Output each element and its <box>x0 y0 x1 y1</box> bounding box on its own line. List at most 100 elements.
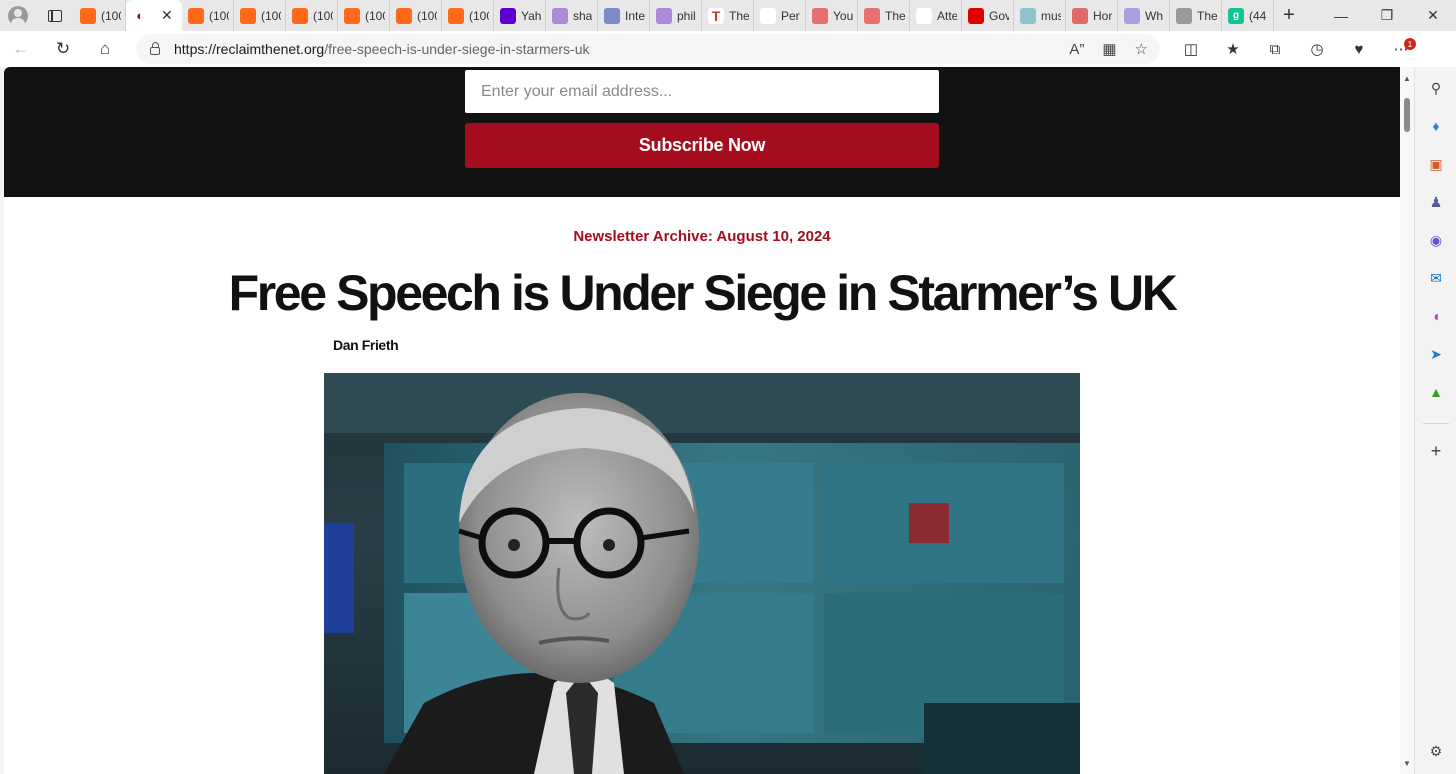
tab[interactable]: T The <box>702 0 754 31</box>
favorite-star-icon[interactable]: ☆ <box>1135 40 1148 58</box>
split-screen-button[interactable]: ◫ <box>1170 31 1212 67</box>
notification-badge: 1 <box>1404 38 1416 50</box>
scroll-up-icon[interactable]: ▲ <box>1400 71 1414 85</box>
address-bar[interactable]: https://reclaimthenet.org/free-speech-is… <box>136 34 1160 64</box>
lock-icon <box>150 42 160 55</box>
sidebar-settings-icon[interactable]: ⚙ <box>1426 741 1446 761</box>
sidebar-games-icon[interactable]: ♟ <box>1426 192 1446 212</box>
tab-title: You <box>833 8 853 23</box>
tab[interactable]: You <box>806 0 858 31</box>
substack-icon <box>80 7 96 24</box>
tab-title: (100 <box>365 8 385 23</box>
email-input[interactable] <box>465 70 939 113</box>
substack-icon <box>292 7 308 24</box>
profile-button[interactable] <box>0 0 36 31</box>
restore-button[interactable]: ❐ <box>1364 0 1410 31</box>
read-aloud-icon[interactable]: A” <box>1069 41 1084 58</box>
home-button[interactable]: ⌂ <box>84 31 126 67</box>
tab-list: (100◐✕(100(100(100(100(100(100YahshaInte… <box>74 0 1274 31</box>
sidebar-add-icon[interactable]: + <box>1426 441 1446 461</box>
substack-icon <box>240 7 256 24</box>
tab[interactable]: sha <box>546 0 598 31</box>
collections-button[interactable]: ⧉ <box>1254 31 1296 67</box>
close-window-button[interactable]: ✕ <box>1410 0 1456 31</box>
tab[interactable]: (100 <box>286 0 338 31</box>
tab-title: Gov <box>989 8 1009 23</box>
image-icon <box>1020 7 1036 24</box>
favorites-button[interactable]: ★ <box>1212 31 1254 67</box>
sidebar-tools-icon[interactable]: ▣ <box>1426 154 1446 174</box>
page-scrollbar[interactable]: ▲ ▼ <box>1400 67 1414 774</box>
tab-title: Inte <box>625 8 645 23</box>
tab[interactable]: mus <box>1014 0 1066 31</box>
tab[interactable]: (100 <box>390 0 442 31</box>
tab-title: The <box>885 8 905 23</box>
sidebar-search-icon[interactable]: ⚲ <box>1426 78 1446 98</box>
settings-more-button[interactable]: ⋯ 1 <box>1380 31 1422 67</box>
substack-icon <box>448 7 464 24</box>
tab[interactable]: (100 <box>74 0 126 31</box>
youtube-icon <box>812 7 828 24</box>
tab-title: (100 <box>209 8 229 23</box>
scroll-thumb[interactable] <box>1404 98 1410 132</box>
tab[interactable]: phil <box>650 0 702 31</box>
archive-label[interactable]: Newsletter Archive: August 10, 2024 <box>4 228 1400 245</box>
tab[interactable]: The <box>1170 0 1222 31</box>
yahoo-icon <box>552 7 568 24</box>
subscribe-button[interactable]: Subscribe Now <box>465 123 939 168</box>
sidebar-microsoft365-icon[interactable]: ◉ <box>1426 230 1446 250</box>
tab[interactable]: Inte <box>598 0 650 31</box>
hero-photo <box>324 373 1080 774</box>
back-button[interactable]: ← <box>0 31 42 67</box>
tab[interactable]: Hor <box>1066 0 1118 31</box>
tab[interactable]: The <box>858 0 910 31</box>
edge-sidebar: ⚲ ♦ ▣ ♟ ◉ ✉ ◖ ➤ ▲ + ⚙ <box>1414 67 1456 774</box>
podcast-icon <box>1072 7 1088 24</box>
minimize-button[interactable]: — <box>1318 0 1364 31</box>
close-tab-icon[interactable]: ✕ <box>161 7 173 24</box>
sidebar-send-icon[interactable]: ➤ <box>1426 344 1446 364</box>
tab-active[interactable]: ◐ ✕ <box>126 0 182 31</box>
tab-title: (100 <box>261 8 281 23</box>
substack-icon <box>344 7 360 24</box>
grammarly-icon: g <box>1228 7 1244 24</box>
author-name[interactable]: Dan Frieth <box>333 337 399 353</box>
tab[interactable]: (100 <box>234 0 286 31</box>
sidebar-designer-icon[interactable]: ◖ <box>1426 306 1446 326</box>
scroll-down-icon[interactable]: ▼ <box>1400 756 1414 770</box>
tab[interactable]: g (44 <box>1222 0 1274 31</box>
sidebar-tree-icon[interactable]: ▲ <box>1426 382 1446 402</box>
tab[interactable]: Per <box>754 0 806 31</box>
tab[interactable]: (100 <box>338 0 390 31</box>
tab-title: (44 <box>1249 8 1267 23</box>
sidebar-outlook-icon[interactable]: ✉ <box>1426 268 1446 288</box>
reclaimthenet-icon: ◐ <box>132 7 148 24</box>
site-info-button[interactable] <box>136 42 174 55</box>
tab-title: (100 <box>417 8 437 23</box>
tab[interactable]: Wh <box>1118 0 1170 31</box>
immersive-reader-icon[interactable]: ▦ <box>1102 40 1116 58</box>
page-viewport: Subscribe Now Newsletter Archive: August… <box>4 67 1400 774</box>
tab[interactable]: Atte <box>910 0 962 31</box>
youtube-icon <box>864 7 880 24</box>
yahoo-icon <box>500 7 516 24</box>
history-button[interactable]: ◷ <box>1296 31 1338 67</box>
tab-title: Atte <box>937 8 957 23</box>
shield-icon <box>1124 7 1140 24</box>
youtube-icon <box>968 7 984 24</box>
browser-essentials-button[interactable]: ♥ <box>1338 31 1380 67</box>
tab[interactable]: (100 <box>182 0 234 31</box>
tab[interactable]: Yah <box>494 0 546 31</box>
tab-actions-button[interactable] <box>36 0 74 31</box>
tab-title: Hor <box>1093 8 1113 23</box>
url-text[interactable]: https://reclaimthenet.org/free-speech-is… <box>174 41 590 57</box>
tab[interactable]: (100 <box>442 0 494 31</box>
new-tab-button[interactable]: + <box>1274 0 1304 31</box>
tab[interactable]: Gov <box>962 0 1014 31</box>
page-icon <box>916 7 932 24</box>
sidebar-shopping-icon[interactable]: ♦ <box>1426 116 1446 136</box>
refresh-button[interactable]: ↻ <box>42 31 84 67</box>
tab-title: sha <box>573 8 593 23</box>
url-host: https://reclaimthenet.org <box>174 41 325 57</box>
document-icon <box>604 7 620 24</box>
